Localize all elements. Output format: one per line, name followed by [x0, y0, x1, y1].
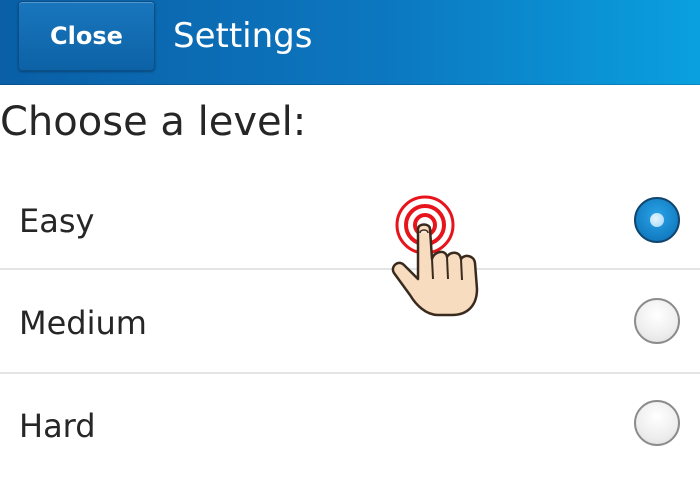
- level-option-label: Easy: [19, 201, 95, 240]
- page-title: Settings: [173, 16, 313, 56]
- level-option-label: Hard: [19, 406, 96, 445]
- title-bar: Close Settings: [0, 0, 700, 85]
- radio-selected-dot: [650, 213, 664, 227]
- level-option-label: Medium: [19, 303, 147, 342]
- radio-medium[interactable]: [634, 298, 680, 344]
- level-option-easy[interactable]: Easy: [0, 169, 700, 272]
- level-heading: Choose a level:: [0, 99, 307, 145]
- level-option-medium[interactable]: Medium: [0, 271, 700, 374]
- radio-easy[interactable]: [634, 197, 680, 243]
- pointing-hand-icon: [391, 195, 479, 317]
- close-button[interactable]: Close: [18, 1, 155, 71]
- divider: [0, 268, 700, 270]
- radio-hard[interactable]: [634, 400, 680, 446]
- level-option-hard[interactable]: Hard: [0, 374, 700, 477]
